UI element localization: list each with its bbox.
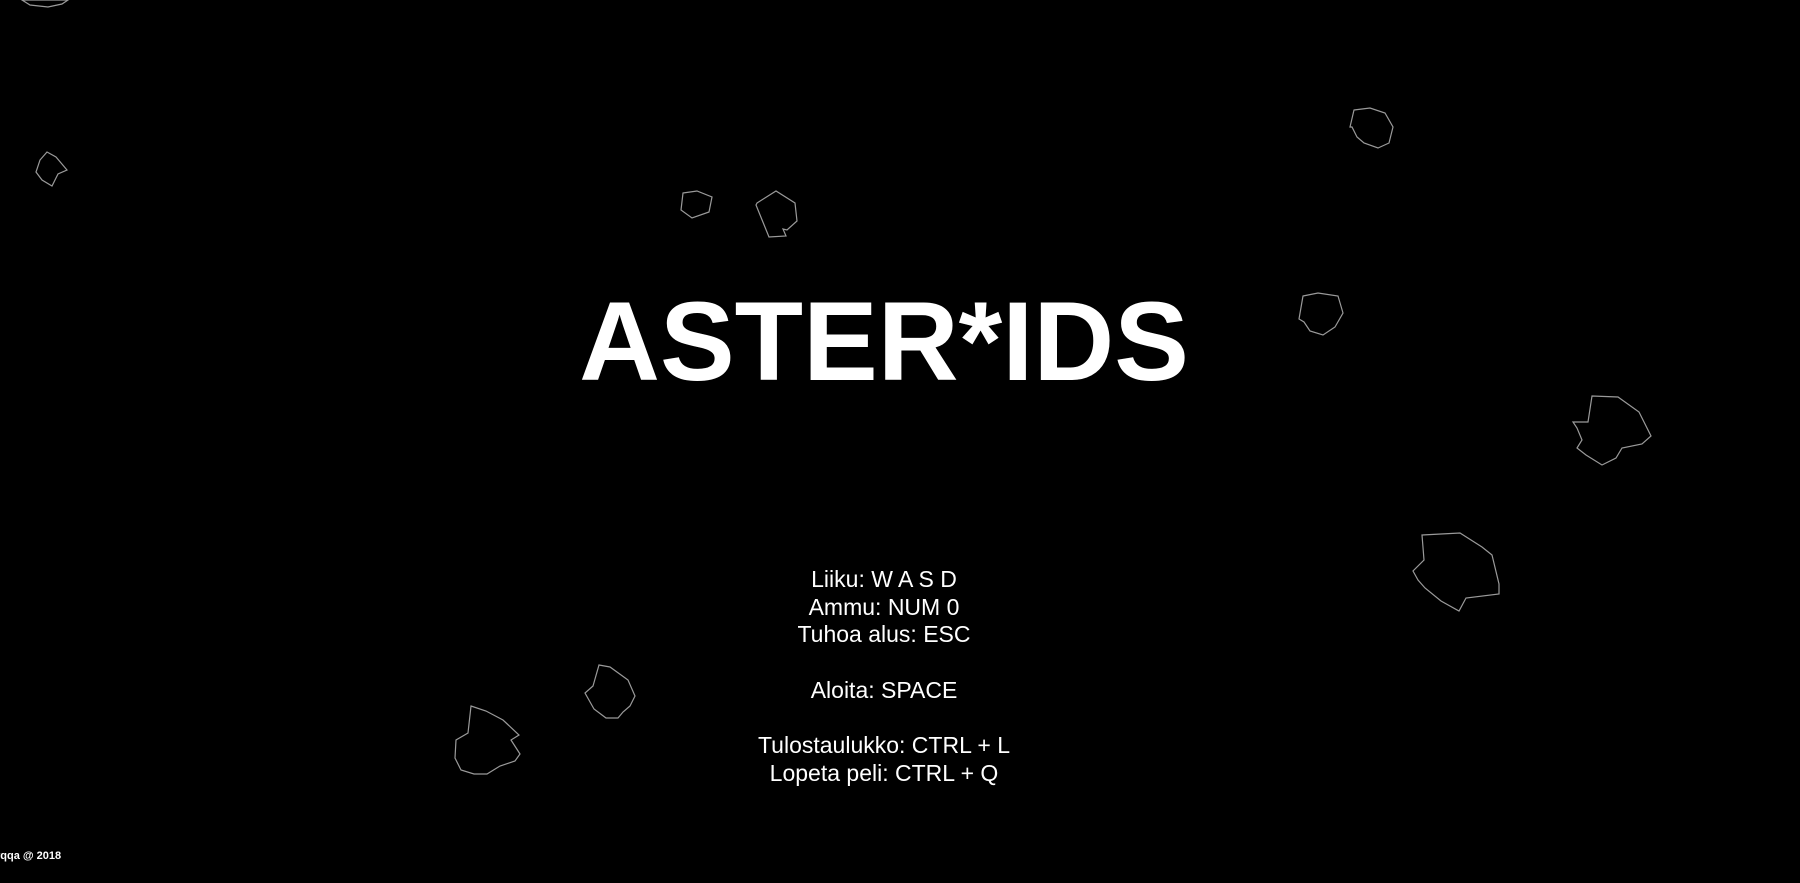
asteroid xyxy=(1571,395,1652,466)
destroy-ship-controls-text: Tuhoa alus: ESC xyxy=(797,621,971,648)
move-controls-text: Liiku: W A S D xyxy=(811,566,957,592)
quit-controls-text: Lopeta peli: CTRL + Q xyxy=(769,759,999,786)
game-title: ASTER*IDS xyxy=(579,279,1189,404)
credit-text: rqqa @ 2018 xyxy=(0,850,62,862)
asteroid xyxy=(35,151,68,187)
asteroid xyxy=(755,190,798,238)
shoot-controls-text: Ammu: NUM 0 xyxy=(808,593,960,620)
controls-help: Liiku: W A S D Ammu: NUM 0 Tuhoa alus: E… xyxy=(0,566,1768,788)
asteroid xyxy=(680,190,713,219)
start-controls-text: Aloita: SPACE xyxy=(810,676,958,703)
asteroid xyxy=(1349,107,1394,149)
leaderboard-controls-text: Tulostaulukko: CTRL + L xyxy=(757,732,1011,759)
game-screen[interactable]: ASTER*IDS Liiku: W A S D Ammu: NUM 0 Tuh… xyxy=(0,0,1800,883)
asteroid xyxy=(20,0,70,8)
